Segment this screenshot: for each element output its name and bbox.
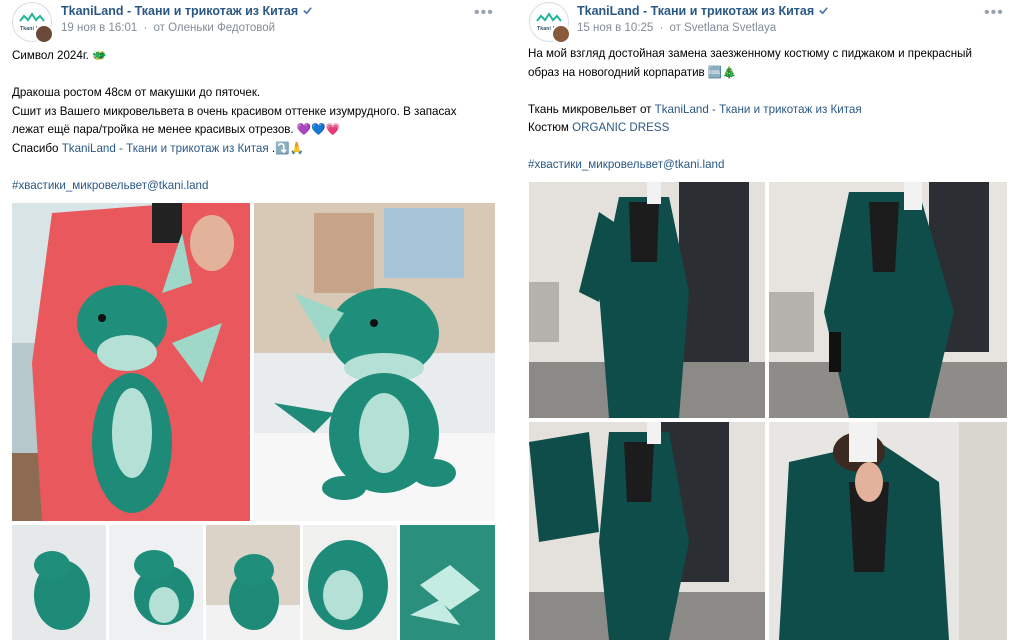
hashtag-link[interactable]: #хвастики_микровельвет@tkani.land xyxy=(12,177,457,196)
text-line: Сшит из Вашего микровельвета в очень кра… xyxy=(12,104,457,118)
photo-dragon-sitting[interactable] xyxy=(254,203,495,521)
photo-thumb-4[interactable] xyxy=(303,525,397,640)
photo-thumb-5[interactable] xyxy=(400,525,495,640)
text-line: лежат ещё пара/тройка не менее красивых … xyxy=(12,123,341,136)
photo-thumb-1[interactable] xyxy=(12,525,106,640)
group-link[interactable]: TkaniLand - Ткани и трикотаж из Китая xyxy=(62,142,269,155)
post-text: Символ 2024г. 🐲 Дракоша ростом 48см от м… xyxy=(12,47,457,195)
post-meta: 15 ноя в 10:25 · от Svetlana Svetlaya xyxy=(577,22,777,34)
photo-suit-3[interactable] xyxy=(529,422,765,640)
text-line: Символ 2024г. 🐲 xyxy=(12,49,107,62)
group-avatar[interactable]: Tkani Land xyxy=(12,2,54,44)
group-link[interactable]: TkaniLand - Ткани и трикотаж из Китая xyxy=(655,103,862,116)
photo-thumb-3[interactable] xyxy=(206,525,300,640)
photo-thumb-2[interactable] xyxy=(109,525,203,640)
group-title[interactable]: TkaniLand - Ткани и трикотаж из Китая xyxy=(577,4,829,18)
text-line: Дракоша ростом 48см от макушки до пяточе… xyxy=(12,86,261,99)
post-author[interactable]: от Svetlana Svetlaya xyxy=(670,22,777,34)
group-name[interactable]: TkaniLand - Ткани и трикотаж из Китая xyxy=(61,4,298,18)
group-title[interactable]: TkaniLand - Ткани и трикотаж из Китая xyxy=(61,4,313,18)
group-avatar[interactable]: Tkani Land xyxy=(529,2,571,44)
brand-link[interactable]: ORGANIC DRESS xyxy=(572,121,669,134)
fabric-prefix: Ткань микровельвет от xyxy=(528,102,655,116)
more-icon[interactable]: ••• xyxy=(474,5,494,21)
thanks-line: Спасибо TkaniLand - Ткани и трикотаж из … xyxy=(12,140,457,159)
photo-suit-2[interactable] xyxy=(769,182,1007,418)
post-date[interactable]: 19 ноя в 16:01 xyxy=(61,22,137,34)
post-meta: 19 ноя в 16:01 · от Оленьки Федотовой xyxy=(61,22,276,34)
text-line: образ на новогодний корпаратив 🆒🎄 xyxy=(528,65,737,79)
post-text: На мой взгляд достойная замена заезженно… xyxy=(528,45,972,175)
verified-icon xyxy=(303,7,312,15)
group-name[interactable]: TkaniLand - Ткани и трикотаж из Китая xyxy=(577,4,814,18)
more-icon[interactable]: ••• xyxy=(984,5,1004,21)
thanks-suffix: .⤵️🙏 xyxy=(268,141,304,155)
photo-suit-1[interactable] xyxy=(529,182,765,418)
hashtag-link[interactable]: #хвастики_микровельвет@tkani.land xyxy=(528,156,972,175)
verified-icon xyxy=(819,7,828,15)
logo-icon xyxy=(19,12,45,22)
text-line: На мой взгляд достойная замена заезженно… xyxy=(528,47,972,60)
post-left: Tkani Land TkaniLand - Ткани и трикотаж … xyxy=(0,0,506,640)
thanks-prefix: Спасибо xyxy=(12,141,62,155)
post-right: Tkani Land TkaniLand - Ткани и трикотаж … xyxy=(518,0,1024,640)
post-author[interactable]: от Оленьки Федотовой xyxy=(154,22,276,34)
fabric-line: Ткань микровельвет от TkaniLand - Ткани … xyxy=(528,101,972,120)
post-date[interactable]: 15 ноя в 10:25 xyxy=(577,22,653,34)
photo-suit-4[interactable] xyxy=(769,422,1007,640)
author-avatar[interactable] xyxy=(551,24,571,44)
logo-icon xyxy=(536,12,562,22)
author-avatar[interactable] xyxy=(34,24,54,44)
photo-dragon-held[interactable] xyxy=(12,203,250,521)
suit-line: Костюм ORGANIC DRESS xyxy=(528,119,972,138)
suit-prefix: Костюм xyxy=(528,121,573,134)
